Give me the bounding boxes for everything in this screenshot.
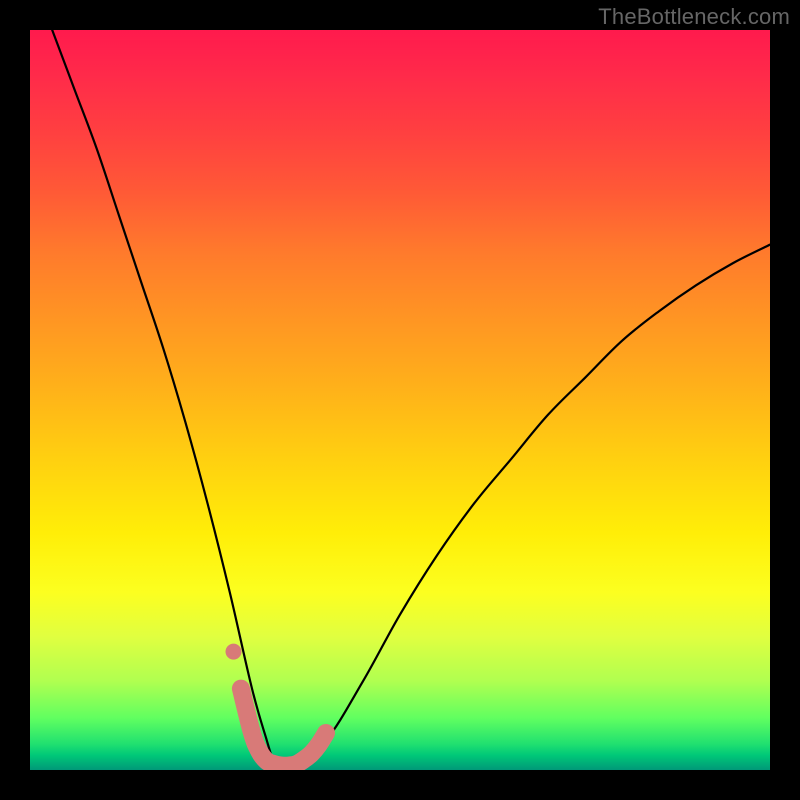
highlight-valley bbox=[241, 689, 326, 766]
chart-frame: TheBottleneck.com bbox=[0, 0, 800, 800]
plot-area bbox=[30, 30, 770, 770]
highlight-dot bbox=[226, 644, 242, 660]
watermark-text: TheBottleneck.com bbox=[598, 4, 790, 30]
bottleneck-curve bbox=[52, 30, 770, 766]
curve-layer bbox=[30, 30, 770, 770]
